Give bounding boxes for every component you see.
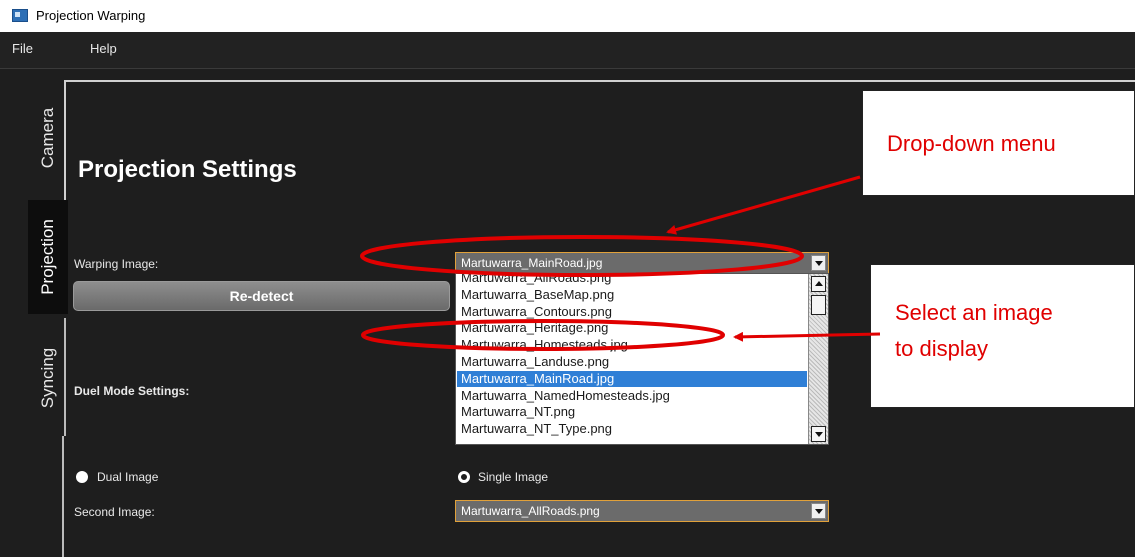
tab-projection-label: Projection [38, 219, 58, 295]
title-bar: Projection Warping [0, 0, 1135, 32]
dropdown-list[interactable]: Martuwarra_AllRoads.png Martuwarra_BaseMa… [455, 273, 829, 445]
dual-image-radio[interactable] [76, 471, 88, 483]
list-item[interactable]: Martuwarra_Heritage.png [457, 320, 807, 336]
second-image-dropdown[interactable]: Martuwarra_AllRoads.png [455, 500, 829, 522]
tab-frame-left [62, 436, 64, 557]
list-item[interactable]: Martuwarra_Homesteads.jpg [457, 337, 807, 353]
list-item[interactable]: Martuwarra_MainRoad.jpg [457, 370, 807, 387]
dual-image-label: Dual Image [97, 470, 159, 484]
callout-select-line-2: to display [895, 336, 988, 361]
warping-image-value: Martuwarra_MainRoad.jpg [461, 256, 603, 270]
re-detect-button[interactable]: Re-detect [73, 281, 450, 311]
menu-bar: File Help [0, 32, 1135, 69]
tab-camera-label: Camera [38, 107, 57, 169]
list-item[interactable]: Martuwarra_NamedHomesteads.jpg [457, 388, 807, 404]
duel-mode-label: Duel Mode Settings: [74, 384, 190, 398]
callout-select-line-1: Select an image [895, 300, 1053, 325]
app-icon [12, 9, 28, 22]
menu-file[interactable]: File [12, 41, 33, 56]
tab-camera[interactable]: Camera [28, 90, 68, 186]
page-title: Projection Settings [78, 156, 297, 183]
window-title: Projection Warping [36, 8, 146, 23]
menu-help[interactable]: Help [90, 41, 117, 56]
list-item[interactable]: Martuwarra_Landuse.png [457, 354, 807, 370]
list-item[interactable]: Martuwarra_BaseMap.png [457, 287, 807, 303]
warping-image-label: Warping Image: [74, 257, 159, 271]
chevron-down-icon[interactable] [811, 255, 826, 271]
scroll-down-icon[interactable] [811, 426, 826, 442]
second-image-value: Martuwarra_AllRoads.png [461, 504, 600, 518]
list-item[interactable]: Martuwarra_Contours.png [457, 304, 807, 320]
callout-select-image: Select an image to display [870, 264, 1135, 408]
tab-frame-top [64, 80, 1135, 82]
list-item[interactable]: Martuwarra_NT.png [457, 404, 807, 420]
scroll-thumb[interactable] [811, 295, 826, 315]
second-image-label: Second Image: [74, 505, 155, 519]
tab-syncing-label: Syncing [38, 347, 58, 409]
list-item[interactable]: Martuwarra_AllRoads.png [457, 274, 807, 286]
chevron-down-icon[interactable] [811, 503, 826, 519]
callout-dropdown-menu: Drop-down menu [862, 90, 1135, 196]
scrollbar[interactable] [808, 274, 828, 444]
callout-dropdown-text: Drop-down menu [887, 131, 1056, 156]
warping-image-dropdown[interactable]: Martuwarra_MainRoad.jpg [455, 252, 829, 274]
single-image-label: Single Image [478, 470, 549, 484]
list-item[interactable]: Martuwarra_NT_Type.png [457, 421, 807, 437]
single-image-radio[interactable] [458, 471, 470, 483]
tab-projection[interactable]: Projection [28, 200, 68, 314]
scroll-up-icon[interactable] [811, 276, 826, 292]
tab-syncing[interactable]: Syncing [28, 322, 68, 434]
